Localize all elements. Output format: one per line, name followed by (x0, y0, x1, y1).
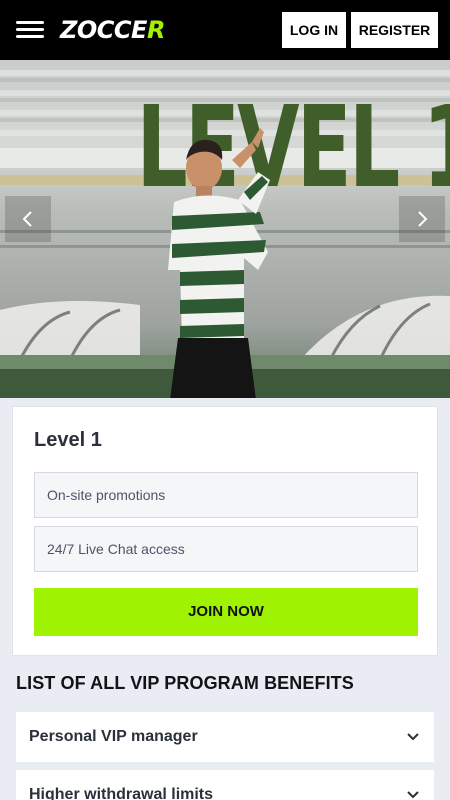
level-title: Level 1 (34, 429, 102, 451)
accordion-label: Personal VIP manager (29, 728, 198, 745)
hamburger-menu-icon[interactable] (16, 19, 44, 41)
join-now-button[interactable]: JOIN NOW (34, 588, 418, 636)
logo-text: ZOCCE (60, 16, 147, 44)
register-button[interactable]: REGISTER (351, 12, 438, 48)
logo-accent-text: R (146, 16, 165, 44)
accordion-personal-vip-manager[interactable]: Personal VIP manager (16, 712, 434, 762)
vip-benefits-title: LIST OF ALL VIP PROGRAM BENEFITS (16, 673, 354, 693)
chevron-left-icon (22, 211, 32, 227)
top-header: ZOCCER LOG IN REGISTER (0, 0, 450, 60)
benefit-item: 24/7 Live Chat access (34, 526, 418, 572)
chevron-down-icon (407, 733, 419, 741)
accordion-label: Higher withdrawal limits (29, 786, 214, 800)
carousel-prev-button[interactable] (5, 196, 51, 242)
player-image (168, 128, 270, 398)
carousel-next-button[interactable] (399, 196, 445, 242)
level-card: Level 1 On-site promotions 24/7 Live Cha… (12, 406, 438, 656)
benefit-item: On-site promotions (34, 472, 418, 518)
brand-logo[interactable]: ZOCCER (60, 15, 165, 45)
chevron-down-icon (407, 791, 419, 799)
accordion-higher-withdrawal-limits[interactable]: Higher withdrawal limits (16, 770, 434, 800)
login-button[interactable]: LOG IN (282, 12, 346, 48)
hero-banner: LEVEL 1 (0, 60, 450, 398)
chevron-right-icon (418, 211, 428, 227)
